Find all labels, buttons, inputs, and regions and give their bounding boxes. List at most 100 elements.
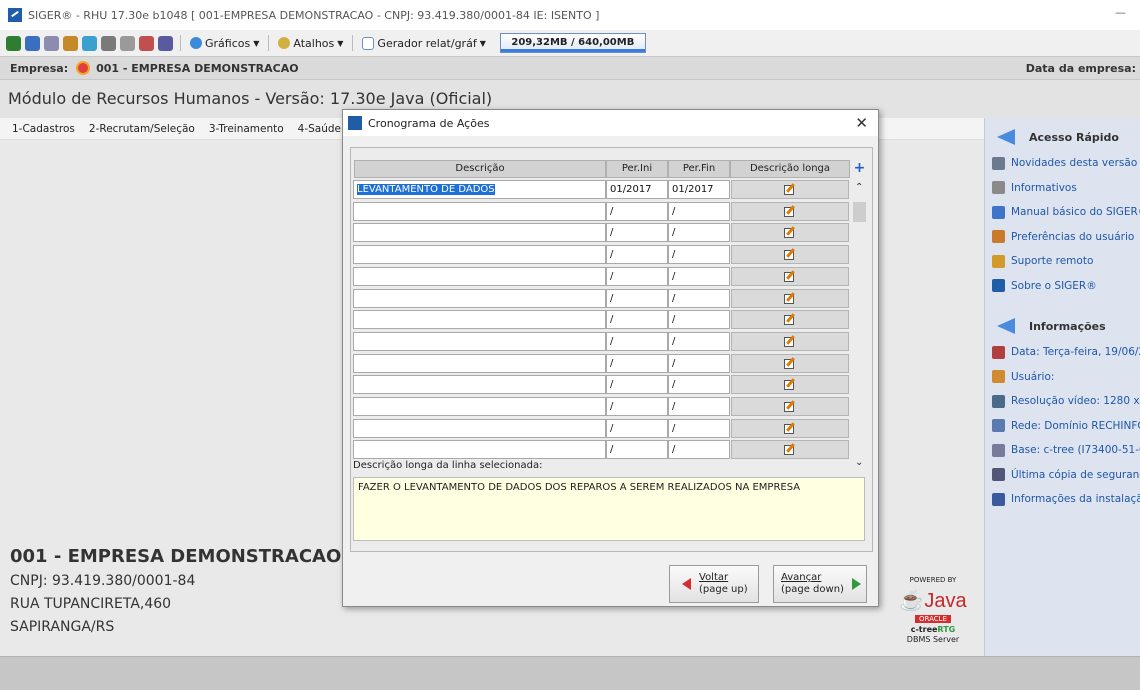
panel-item[interactable]: Resolução vídeo: 1280 x 72 bbox=[985, 389, 1140, 414]
edit-note-icon[interactable] bbox=[784, 313, 796, 326]
descricao-longa-cell[interactable] bbox=[731, 223, 849, 243]
per-fin-cell[interactable]: / bbox=[668, 353, 730, 373]
descricao-longa-cell[interactable] bbox=[731, 375, 849, 395]
edit-note-icon[interactable] bbox=[784, 335, 796, 347]
menu-treinamento[interactable]: 3-Treinamento bbox=[209, 123, 284, 135]
per-fin-cell[interactable]: / bbox=[668, 288, 730, 308]
back-icon[interactable] bbox=[6, 35, 21, 51]
descricao-longa-cell[interactable] bbox=[731, 397, 849, 416]
column-descricao[interactable]: Descrição bbox=[354, 160, 606, 178]
descricao-longa-cell[interactable] bbox=[731, 440, 849, 460]
gerador-button[interactable]: Gerador relat/gráf ▼ bbox=[360, 36, 487, 50]
per-ini-cell[interactable]: / bbox=[606, 375, 668, 395]
avancar-button[interactable]: Avançar (page down) bbox=[773, 565, 867, 603]
descricao-longa-cell[interactable] bbox=[731, 201, 849, 221]
save-icon[interactable] bbox=[25, 35, 40, 51]
panel-item[interactable]: Manual básico do SIGER® bbox=[985, 200, 1140, 225]
scrollbar-thumb[interactable] bbox=[853, 202, 866, 222]
per-ini-cell[interactable]: / bbox=[606, 266, 668, 286]
edit-note-icon[interactable] bbox=[784, 204, 796, 217]
per-fin-cell[interactable]: / bbox=[668, 418, 730, 438]
help-icon[interactable] bbox=[158, 35, 173, 51]
panel-item[interactable]: Data: Terça-feira, 19/06/20 bbox=[985, 340, 1140, 365]
edit-note-icon[interactable] bbox=[784, 183, 796, 195]
edit-note-icon[interactable] bbox=[784, 270, 796, 282]
panel-item[interactable]: Suporte remoto bbox=[985, 249, 1140, 274]
per-fin-cell[interactable]: / bbox=[668, 223, 730, 243]
descricao-cell[interactable] bbox=[353, 288, 606, 308]
per-ini-cell[interactable]: / bbox=[606, 223, 668, 243]
close-button[interactable]: ✕ bbox=[855, 114, 868, 132]
menu-cadastros[interactable]: 1-Cadastros bbox=[12, 123, 75, 135]
per-ini-cell[interactable]: / bbox=[606, 201, 668, 221]
per-fin-cell[interactable]: / bbox=[668, 375, 730, 395]
descricao-cell[interactable]: LEVANTAMENTO DE DADOS bbox=[353, 180, 606, 199]
graficos-button[interactable]: Gráficos ▼ bbox=[188, 37, 261, 50]
descricao-longa-cell[interactable] bbox=[731, 310, 849, 330]
descricao-longa-cell[interactable] bbox=[731, 331, 849, 351]
per-fin-cell[interactable]: / bbox=[668, 331, 730, 351]
grid-scrollbar[interactable]: ⌃ ⌄ bbox=[851, 180, 868, 468]
descricao-cell[interactable] bbox=[353, 418, 606, 438]
descricao-cell[interactable] bbox=[353, 440, 606, 460]
per-fin-cell[interactable]: / bbox=[668, 397, 730, 416]
descricao-cell[interactable] bbox=[353, 397, 606, 416]
column-per-fin[interactable]: Per.Fin bbox=[668, 160, 730, 178]
descricao-longa-cell[interactable] bbox=[731, 245, 849, 265]
per-fin-cell[interactable]: / bbox=[668, 310, 730, 330]
descricao-cell[interactable] bbox=[353, 266, 606, 286]
descricao-longa-cell[interactable] bbox=[731, 288, 849, 308]
panel-item[interactable]: Sobre o SIGER® bbox=[985, 274, 1140, 299]
add-row-button[interactable]: + bbox=[853, 160, 866, 178]
descricao-cell[interactable] bbox=[353, 353, 606, 373]
edit-note-icon[interactable] bbox=[784, 421, 796, 434]
descricao-longa-cell[interactable] bbox=[731, 353, 849, 373]
column-per-ini[interactable]: Per.Ini bbox=[606, 160, 668, 178]
edit-note-icon[interactable] bbox=[784, 378, 796, 391]
per-ini-cell[interactable]: / bbox=[606, 353, 668, 373]
panel-item[interactable]: Rede: Domínio RECHINFO ( bbox=[985, 414, 1140, 439]
descricao-cell[interactable] bbox=[353, 201, 606, 221]
column-descricao-longa[interactable]: Descrição longa bbox=[730, 160, 850, 178]
descricao-cell[interactable] bbox=[353, 245, 606, 265]
per-ini-cell[interactable]: / bbox=[606, 310, 668, 330]
chevron-down-icon[interactable]: ⌄ bbox=[855, 457, 863, 468]
descricao-cell[interactable] bbox=[353, 331, 606, 351]
globe-icon[interactable] bbox=[82, 35, 97, 51]
desc-longa-textarea[interactable]: FAZER O LEVANTAMENTO DE DADOS DOS REPARO… bbox=[353, 477, 865, 541]
panel-item[interactable]: Usuário: bbox=[985, 365, 1140, 390]
panel-item[interactable]: Informativos bbox=[985, 176, 1140, 201]
panel-item[interactable]: Preferências do usuário bbox=[985, 225, 1140, 250]
per-fin-cell[interactable]: / bbox=[668, 245, 730, 265]
folder-icon[interactable] bbox=[63, 35, 78, 51]
per-ini-cell[interactable]: / bbox=[606, 245, 668, 265]
edit-note-icon[interactable] bbox=[784, 226, 796, 239]
per-fin-cell[interactable]: / bbox=[668, 440, 730, 460]
per-ini-cell[interactable]: / bbox=[606, 288, 668, 308]
chat-icon[interactable] bbox=[120, 35, 135, 51]
per-ini-cell[interactable]: / bbox=[606, 397, 668, 416]
users-icon[interactable] bbox=[139, 35, 154, 51]
atalhos-button[interactable]: Atalhos ▼ bbox=[276, 37, 345, 50]
descricao-longa-cell[interactable] bbox=[731, 418, 849, 438]
descricao-cell[interactable] bbox=[353, 223, 606, 243]
per-ini-cell[interactable]: / bbox=[606, 331, 668, 351]
menu-recrutamento[interactable]: 2-Recrutam/Seleção bbox=[89, 123, 195, 135]
chevron-up-icon[interactable]: ⌃ bbox=[855, 182, 863, 193]
per-ini-cell[interactable]: 01/2017 bbox=[606, 180, 668, 199]
edit-note-icon[interactable] bbox=[784, 248, 796, 261]
edit-note-icon[interactable] bbox=[784, 400, 796, 412]
descricao-cell[interactable] bbox=[353, 375, 606, 395]
panel-item[interactable]: Base: c-tree (I73400-51-C bbox=[985, 438, 1140, 463]
tools-icon[interactable] bbox=[44, 35, 59, 51]
per-ini-cell[interactable]: / bbox=[606, 418, 668, 438]
edit-note-icon[interactable] bbox=[784, 443, 796, 456]
edit-note-icon[interactable] bbox=[784, 356, 796, 369]
panel-item[interactable]: Novidades desta versão bbox=[985, 151, 1140, 176]
minimize-button[interactable]: — bbox=[1115, 6, 1126, 19]
mail-icon[interactable] bbox=[101, 35, 116, 51]
panel-item[interactable]: Informações da instalação/a bbox=[985, 487, 1140, 512]
per-fin-cell[interactable]: / bbox=[668, 266, 730, 286]
edit-note-icon[interactable] bbox=[784, 291, 796, 304]
descricao-cell[interactable] bbox=[353, 310, 606, 330]
